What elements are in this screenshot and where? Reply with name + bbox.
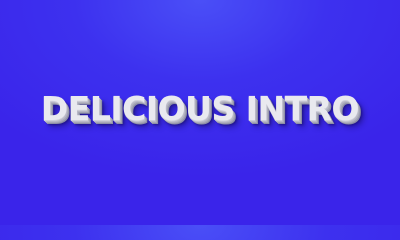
intro-title-card: DELICIOUS INTRO xyxy=(0,0,400,225)
intro-title: DELICIOUS INTRO xyxy=(40,89,360,128)
